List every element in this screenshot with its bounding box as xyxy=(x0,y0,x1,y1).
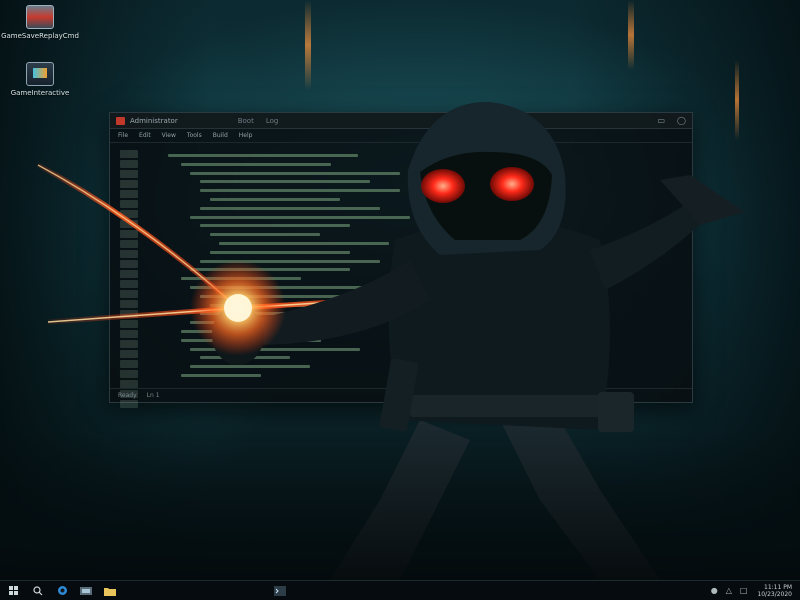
clock-date: 10/23/2020 xyxy=(757,590,792,598)
volume-icon[interactable]: △ xyxy=(726,586,732,595)
network-icon[interactable]: ● xyxy=(711,586,718,595)
notification-icon[interactable]: □ xyxy=(740,586,748,595)
start-icon[interactable] xyxy=(4,583,24,599)
folder-icon[interactable] xyxy=(100,583,120,599)
system-tray: ● △ □ 11:11 PM 10/23/2020 xyxy=(703,584,800,598)
browser-icon[interactable] xyxy=(52,583,72,599)
terminal-app-icon[interactable] xyxy=(270,583,290,599)
ninja-figure xyxy=(212,101,745,580)
search-icon[interactable] xyxy=(28,583,48,599)
wallpaper-artwork xyxy=(36,101,745,580)
clock[interactable]: 11:11 PM 10/23/2020 xyxy=(757,584,792,598)
taskbar: ● △ □ 11:11 PM 10/23/2020 xyxy=(0,580,800,600)
file-explorer-icon[interactable] xyxy=(76,583,96,599)
glowing-eye xyxy=(490,167,534,201)
clock-time: 11:11 PM xyxy=(764,583,792,591)
glowing-eye xyxy=(421,169,465,203)
